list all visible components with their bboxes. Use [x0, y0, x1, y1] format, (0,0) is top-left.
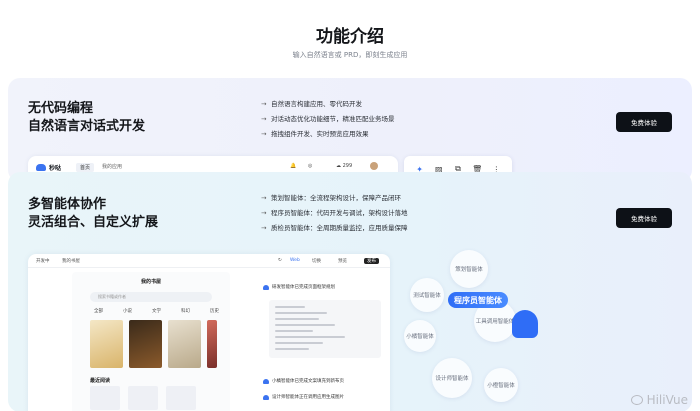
app-topbar: 开发中 我的书屋 ↻ Web 切换 预览 发布 — [28, 254, 390, 268]
feature-title-line1: 无代码编程 — [28, 101, 94, 116]
feature-card-nocode: 无代码编程 自然语言对话式开发 自然语言构建应用、零代码开发 对话动态优化功能细… — [8, 78, 692, 182]
feature-bullet: 拖拽组件开发、实时预览应用效果 — [261, 127, 395, 142]
agent-bubble: 策划智能体 — [450, 250, 488, 288]
page-title: 功能介绍 — [316, 27, 384, 47]
tab-developing[interactable]: 开发中 — [36, 258, 50, 264]
chat-message: 设计师智能体正在调用应用生成图片 — [263, 394, 344, 400]
watermark-text: HiliVue — [646, 393, 688, 407]
phone-title: 我的书屋 — [140, 279, 161, 285]
watermark: HiliVue — [630, 393, 688, 407]
search-input[interactable]: 搜索书籍或作者 — [90, 292, 212, 302]
book-cover[interactable] — [207, 320, 217, 368]
recent-item[interactable] — [166, 386, 196, 410]
category-tab[interactable]: 全部 — [94, 308, 103, 314]
agent-bubble: 设计师智能体 — [432, 358, 472, 398]
app-logo-text: 秒哒 — [49, 165, 62, 172]
switch-badge[interactable]: 切换 — [312, 258, 321, 264]
feature-title-line2: 自然语言对话式开发 — [28, 119, 146, 134]
robot-mascot-icon — [512, 310, 538, 338]
cloud-icon — [36, 164, 46, 171]
agent-bubble: 测试智能体 — [410, 278, 444, 312]
tab-home[interactable]: 首页 — [76, 163, 95, 172]
book-cover[interactable] — [129, 320, 162, 368]
agent-bubble-main: 程序员智能体 — [448, 292, 508, 308]
help-icon[interactable]: ◎ — [308, 163, 312, 169]
free-trial-button[interactable]: 免费体验 — [616, 208, 672, 228]
feature-bullet: 策划智能体：全流程架构设计，保障产品闭环 — [261, 191, 408, 206]
book-list — [90, 320, 217, 368]
app-logo: 秒哒 — [36, 163, 61, 172]
category-tabs: 全部 小说 文学 科幻 历史 — [94, 308, 219, 314]
credits-badge: ☁ 299 — [336, 163, 353, 169]
feature-bullets: 策划智能体：全流程架构设计，保障产品闭环 程序员智能体：代码开发与调试，架构设计… — [261, 191, 408, 236]
agent-avatar-icon — [263, 394, 269, 400]
notification-icon[interactable]: 🔔 — [290, 163, 296, 169]
agent-avatar-icon — [263, 284, 269, 290]
credits-count: 299 — [342, 163, 353, 169]
chat-message-text: 设计师智能体正在调用应用生成图片 — [272, 395, 344, 400]
recent-reading-heading: 最近阅读 — [90, 378, 111, 384]
app-screenshot: 开发中 我的书屋 ↻ Web 切换 预览 发布 我的书屋 搜索书籍或作者 全部 … — [28, 254, 390, 411]
book-cover[interactable] — [90, 320, 123, 368]
app-phone-preview: 我的书屋 搜索书籍或作者 全部 小说 文学 科幻 历史 最近阅读 — [72, 272, 230, 411]
category-tab[interactable]: 文学 — [152, 308, 161, 314]
avatar[interactable] — [370, 162, 378, 170]
feature-title: 无代码编程 自然语言对话式开发 — [28, 100, 145, 136]
feature-bullets: 自然语言构建应用、零代码开发 对话动态优化功能细节，精准匹配业务场景 拖拽组件开… — [261, 97, 395, 142]
book-cover[interactable] — [168, 320, 201, 368]
free-trial-button[interactable]: 免费体验 — [616, 112, 672, 132]
feature-bullet: 自然语言构建应用、零代码开发 — [261, 97, 395, 112]
page-subtitle: 输入自然语言或 PRD，即刻生成应用 — [292, 51, 408, 59]
web-badge[interactable]: Web — [290, 258, 300, 263]
agent-avatar-icon — [263, 378, 269, 384]
feature-title-line1: 多智能体协作 — [28, 197, 107, 212]
chat-message-text: 研发智能体已完成页面框架规划 — [272, 285, 335, 290]
agent-bubble: 小橙智能体 — [484, 368, 518, 402]
publish-button[interactable]: 发布 — [364, 258, 379, 264]
chat-message-text: 小橘智能体已完成文案填充到新布页 — [272, 379, 344, 384]
feature-title-line2: 灵活组合、自定义扩展 — [28, 215, 159, 230]
chat-message: 研发智能体已完成页面框架规划 — [263, 284, 335, 290]
tab-my-bookstore[interactable]: 我的书屋 — [62, 258, 80, 264]
agent-chat-panel: 研发智能体已完成页面框架规划 小橘智能体已完成文案填充到新布页 设计师智能体正在… — [263, 272, 387, 411]
category-tab[interactable]: 小说 — [123, 308, 132, 314]
feature-bullet: 对话动态优化功能细节，精准匹配业务场景 — [261, 112, 395, 127]
code-block — [269, 300, 381, 358]
weibo-icon — [630, 395, 643, 405]
feature-bullet: 质检员智能体：全周期质量监控，应用质量保障 — [261, 221, 408, 236]
feature-card-multiagent: 多智能体协作 灵活组合、自定义扩展 策划智能体：全流程架构设计，保障产品闭环 程… — [8, 172, 692, 411]
feature-bullet: 程序员智能体：代码开发与调试，架构设计落地 — [261, 206, 408, 221]
refresh-icon[interactable]: ↻ — [278, 258, 282, 263]
chat-message: 小橘智能体已完成文案填充到新布页 — [263, 378, 344, 384]
recent-item[interactable] — [128, 386, 158, 410]
recent-item[interactable] — [90, 386, 120, 410]
preview-button[interactable]: 预览 — [338, 258, 347, 264]
category-tab[interactable]: 历史 — [210, 308, 219, 314]
feature-title: 多智能体协作 灵活组合、自定义扩展 — [28, 196, 158, 232]
agent-bubbles: 策划智能体 测试智能体 小橘智能体 设计师智能体 小橙智能体 工具调用智能体 程… — [404, 250, 554, 410]
tab-my-apps[interactable]: 我的应用 — [102, 163, 122, 170]
category-tab[interactable]: 科幻 — [181, 308, 190, 314]
agent-bubble: 小橘智能体 — [404, 320, 436, 352]
